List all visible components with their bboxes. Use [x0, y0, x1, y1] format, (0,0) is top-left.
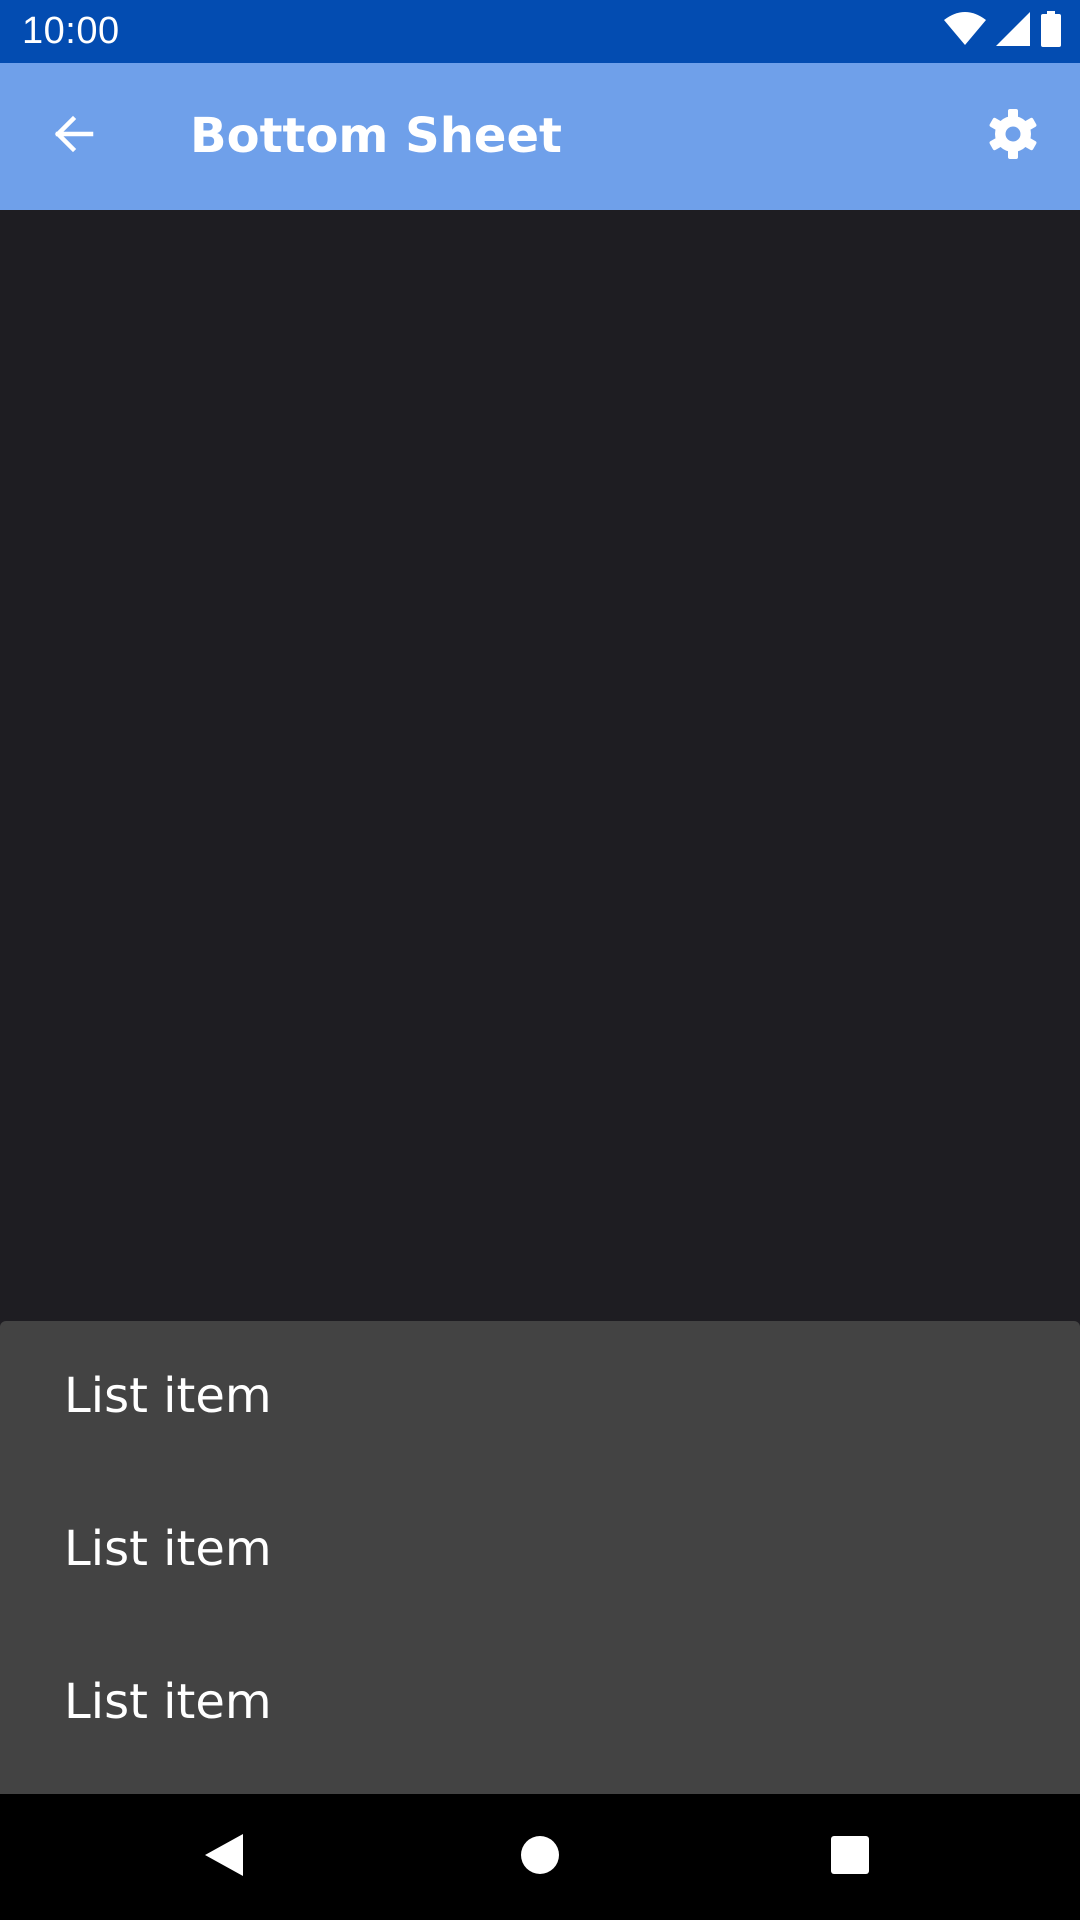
app-bar: Bottom Sheet: [0, 63, 1080, 210]
content-area: [0, 210, 1080, 1321]
list-item[interactable]: List item: [0, 1329, 1080, 1482]
nav-home-icon: [520, 1835, 560, 1879]
arrow-back-icon: [49, 110, 97, 162]
screen: 10:00 Bottom Sheet List item List item L…: [0, 0, 1080, 1920]
settings-button[interactable]: [970, 93, 1056, 179]
nav-home-button[interactable]: [510, 1827, 570, 1887]
nav-recents-button[interactable]: [820, 1827, 880, 1887]
gear-icon: [985, 106, 1041, 166]
cellular-signal-icon: [996, 12, 1030, 50]
back-button[interactable]: [30, 93, 116, 179]
nav-recents-icon: [830, 1835, 870, 1879]
page-title: Bottom Sheet: [190, 108, 562, 164]
status-icons: [944, 11, 1062, 51]
bottom-sheet: List item List item List item: [0, 1321, 1080, 1794]
battery-icon: [1040, 11, 1062, 51]
status-bar: 10:00: [0, 0, 1080, 63]
nav-back-icon: [203, 1832, 247, 1882]
status-time: 10:00: [22, 10, 120, 52]
wifi-icon: [944, 12, 986, 50]
navigation-bar: [0, 1794, 1080, 1920]
nav-back-button[interactable]: [195, 1827, 255, 1887]
list-item[interactable]: List item: [0, 1635, 1080, 1788]
list-item[interactable]: List item: [0, 1482, 1080, 1635]
